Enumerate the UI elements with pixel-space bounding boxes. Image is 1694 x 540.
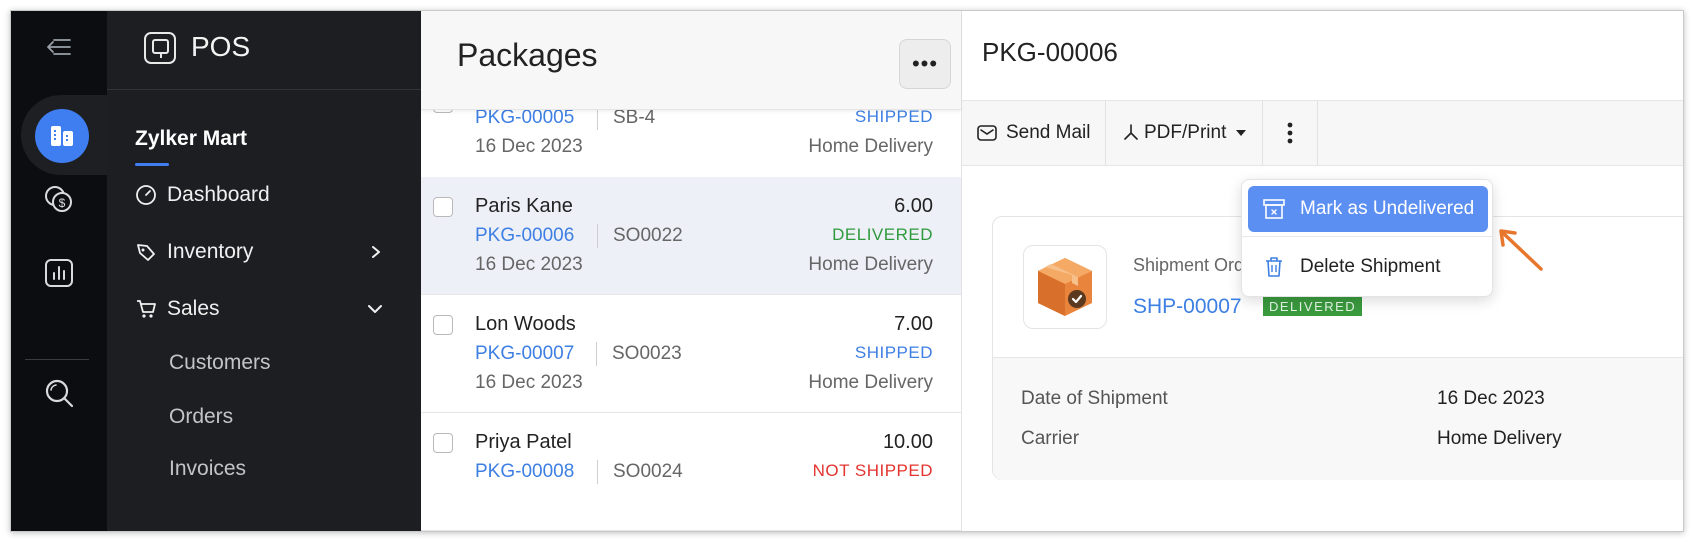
status-badge: DELIVERED [1263,297,1363,316]
delivery-method: Home Delivery [808,372,933,393]
nav-label: Dashboard [167,183,270,206]
status-badge: SHIPPED [854,343,933,362]
table-row[interactable]: Paris Kane 6.00 PKG-00006 SO0022 DELIVER… [421,177,961,295]
pos-logo-icon [144,32,176,64]
row-checkbox[interactable] [433,433,453,453]
sales-cart-icon [137,300,156,318]
more-actions-menu: Mark as Undelivered Delete Shipment [1241,179,1493,297]
nav-label: Sales [167,297,220,320]
package-amount: 6.00 [894,195,933,217]
package-box-icon [1023,245,1107,329]
customer-name: Priya Patel [475,431,572,453]
send-mail-label: Send Mail [1006,122,1091,143]
row-checkbox[interactable] [433,197,453,217]
svg-text:$: $ [59,196,66,210]
customer-name: Paris Kane [475,195,573,217]
menu-item-label: Delete Shipment [1300,256,1441,277]
date-of-shipment-label: Date of Shipment [1021,388,1168,409]
detail-title: PKG-00006 [982,37,1118,67]
org-name[interactable]: Zylker Mart [135,127,247,151]
nav-subitem-orders[interactable]: Orders [169,405,233,429]
detail-toolbar: Send Mail PDF/Print [962,100,1683,166]
app-window: $ POS Zylker Mart Dashboard Inventory Sa… [10,10,1684,532]
delete-shipment-menu-item[interactable]: Delete Shipment [1248,244,1488,290]
nav-item-inventory[interactable]: Inventory [135,240,393,264]
nav-subitem-customers[interactable]: Customers [169,351,271,375]
page-title: Packages [457,37,598,73]
inventory-tag-icon [137,244,155,261]
pdf-print-button[interactable]: PDF/Print [1122,101,1248,165]
chevron-down-icon [368,305,382,313]
sales-order-number: SO0024 [613,461,683,482]
send-mail-button[interactable]: Send Mail [976,101,1091,165]
nav-item-dashboard[interactable]: Dashboard [135,183,270,207]
nav-item-sales[interactable]: Sales [135,297,393,321]
nav-subitem-invoices[interactable]: Invoices [169,457,246,481]
chevron-right-icon [372,246,380,258]
status-badge: NOT SHIPPED [812,461,933,480]
status-badge: SHIPPED [854,107,933,126]
caret-down-icon [1236,130,1247,136]
mark-as-undelivered-menu-item[interactable]: Mark as Undelivered [1248,186,1488,232]
app-name: POS [191,31,251,62]
package-date: 16 Dec 2023 [475,254,583,275]
menu-item-label: Mark as Undelivered [1300,198,1475,219]
pdf-icon [1124,124,1138,140]
shipment-details: Date of Shipment 16 Dec 2023 Carrier Hom… [993,357,1683,480]
status-badge: DELIVERED [832,225,933,244]
pdf-print-label: PDF/Print [1144,122,1227,143]
nav-label: Inventory [167,240,254,263]
package-date: 16 Dec 2023 [475,136,583,157]
search-icon[interactable] [35,369,83,417]
delivery-method: Home Delivery [808,136,933,157]
table-row[interactable]: Priya Patel 10.00 PKG-00008 SO0024 NOT S… [421,413,961,531]
package-number-link[interactable]: PKG-00007 [475,343,574,365]
package-number-link[interactable]: PKG-00006 [475,225,574,247]
finance-coins-icon[interactable]: $ [35,175,83,223]
sales-order-number: SO0022 [613,225,683,246]
sales-order-number: SB-4 [613,107,656,128]
package-number-link[interactable]: PKG-00008 [475,461,574,483]
delivery-method: Home Delivery [808,254,933,275]
more-options-button[interactable]: ••• [899,39,951,89]
archive-box-icon [1263,199,1285,219]
icon-rail: $ [11,11,123,531]
package-date: 16 Dec 2023 [475,372,583,393]
dashboard-gauge-icon [136,185,156,205]
customer-name: Lon Woods [475,313,576,335]
org-app-icon[interactable] [35,109,89,163]
row-checkbox[interactable] [433,315,453,335]
kebab-menu-button[interactable] [1263,101,1317,165]
trash-icon [1266,257,1282,277]
package-number-link[interactable]: PKG-00005 [475,107,574,129]
carrier-label: Carrier [1021,428,1080,449]
packages-list-panel: Packages ••• PKG-00005 SB-4 16 Dec 2023 … [421,11,962,531]
sidebar-header: POS [107,11,421,90]
mail-icon [977,125,997,141]
sales-order-number: SO0023 [612,343,682,364]
table-row[interactable]: Lon Woods 7.00 PKG-00007 SO0023 SHIPPED … [421,295,961,413]
kebab-vertical-icon [1287,122,1293,144]
annotation-arrow-icon [1499,229,1543,271]
collapse-menu-icon[interactable] [35,23,83,71]
carrier-value: Home Delivery [1437,428,1562,449]
package-amount: 10.00 [882,431,933,453]
date-of-shipment-value: 16 Dec 2023 [1437,388,1545,409]
package-amount: 7.00 [894,313,933,335]
reports-chart-icon[interactable] [35,249,83,297]
shipment-number-link[interactable]: SHP-00007 [1133,295,1242,319]
sidebar: POS Zylker Mart Dashboard Inventory Sale… [107,11,421,531]
list-header: Packages ••• [421,11,961,110]
